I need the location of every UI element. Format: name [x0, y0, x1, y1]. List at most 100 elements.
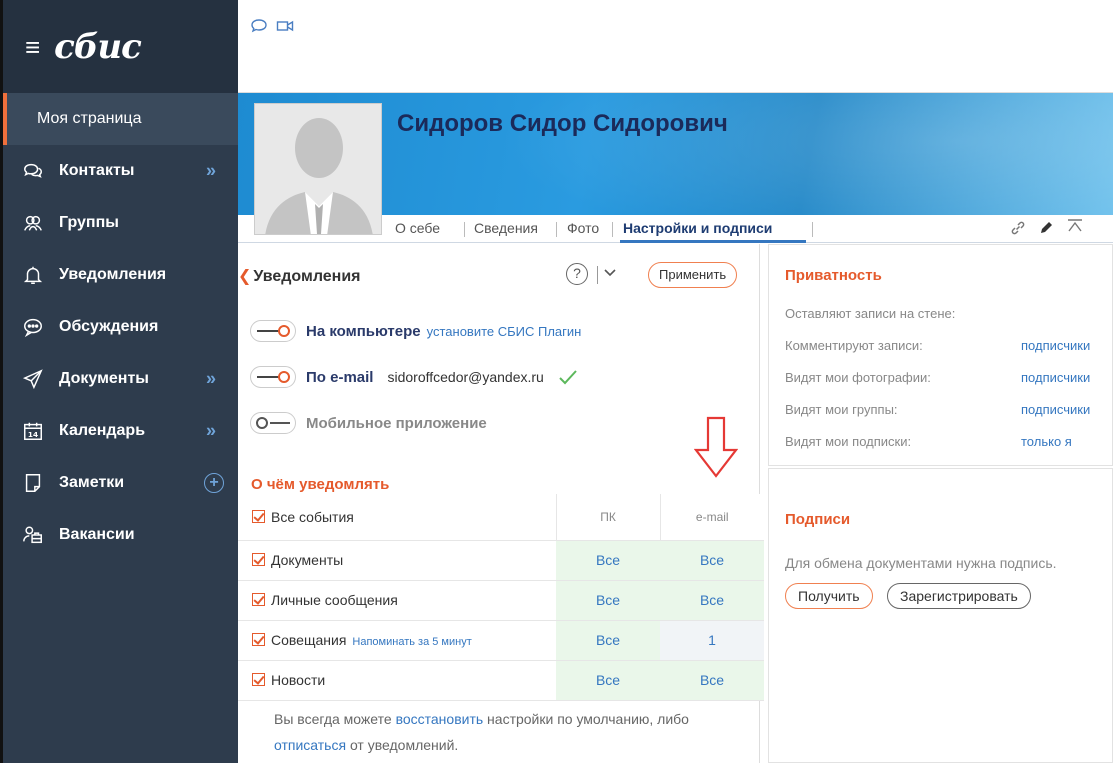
video-call-icon[interactable]: [276, 18, 294, 37]
tab-settings[interactable]: Настройки и подписи: [623, 220, 772, 236]
register-button[interactable]: Зарегистрировать: [887, 583, 1031, 609]
email-value[interactable]: Все: [660, 580, 764, 621]
notifications-table: Все события ПК e-mail Документы Все Все …: [238, 494, 764, 701]
group-icon: [21, 211, 45, 235]
table-row: Совещания Напоминать за 5 минут Все 1: [238, 620, 764, 661]
add-note-icon[interactable]: +: [204, 473, 224, 493]
sidebar-item-label: Группы: [59, 214, 119, 231]
chat-bubbles-icon: [21, 159, 45, 183]
sidebar-item-contacts[interactable]: Контакты »: [3, 145, 238, 197]
sidebar-item-label: Обсуждения: [59, 318, 159, 335]
column-pc: ПК: [555, 494, 660, 541]
right-column: Приватность Оставляют записи на стене: К…: [768, 244, 1113, 763]
help-icon[interactable]: ?: [566, 263, 588, 285]
restore-link[interactable]: восстановить: [396, 711, 484, 727]
footer-note: Вы всегда можете восстановить настройки …: [274, 711, 689, 753]
tab-about[interactable]: О себе: [395, 220, 440, 236]
pc-value[interactable]: Все: [556, 620, 660, 661]
send-icon: [21, 367, 45, 391]
checkbox[interactable]: [252, 633, 265, 646]
email-value[interactable]: Все: [660, 540, 764, 581]
table-header-row: Все события ПК e-mail: [238, 494, 764, 541]
privacy-panel: Приватность Оставляют записи на стене: К…: [768, 244, 1113, 466]
channel-email: По e-mail sidoroffcedor@yandex.ru: [250, 362, 578, 392]
top-bar: [238, 0, 1113, 93]
reminder-link[interactable]: Напоминать за 5 минут: [352, 636, 471, 648]
tab-photo[interactable]: Фото: [567, 220, 599, 236]
sidebar-item-label: Вакансии: [59, 526, 135, 543]
table-row: Личные сообщения Все Все: [238, 580, 764, 621]
back-arrow-icon[interactable]: ❮: [238, 268, 251, 285]
expand-icon[interactable]: »: [206, 369, 216, 390]
channel-mobile: Мобильное приложение: [250, 408, 493, 438]
privacy-row: Оставляют записи на стене:: [785, 306, 956, 321]
discussion-icon: [21, 315, 45, 339]
privacy-title: Приватность: [785, 267, 882, 284]
verified-check-icon: [559, 370, 577, 385]
collapse-icon[interactable]: [1066, 218, 1084, 239]
sidebar-item-discussions[interactable]: Обсуждения: [3, 301, 238, 353]
sidebar-item-groups[interactable]: Группы: [3, 197, 238, 249]
email-value[interactable]: 1: [660, 620, 764, 661]
link-icon[interactable]: [1010, 220, 1026, 239]
calendar-icon: 14: [21, 419, 45, 443]
mobile-toggle[interactable]: [250, 412, 296, 434]
what-to-notify-title: О чём уведомлять: [251, 476, 390, 493]
pc-value[interactable]: Все: [556, 660, 660, 701]
sidebar-item-documents[interactable]: Документы »: [3, 353, 238, 405]
avatar[interactable]: [254, 103, 382, 235]
checkbox[interactable]: [252, 593, 265, 606]
apply-button[interactable]: Применить: [648, 262, 738, 288]
sidebar-item-label: Документы: [59, 370, 149, 387]
sidebar-item-label: Уведомления: [59, 266, 167, 283]
bell-icon: [21, 263, 45, 287]
pc-value[interactable]: Все: [556, 540, 660, 581]
sidebar-item-calendar[interactable]: 14 Календарь »: [3, 405, 238, 457]
email-address[interactable]: sidoroffcedor@yandex.ru: [387, 369, 543, 385]
vacancies-icon: [21, 523, 45, 547]
install-plugin-link[interactable]: установите СБИС Плагин: [427, 324, 582, 339]
column-email: e-mail: [659, 494, 764, 541]
desktop-toggle[interactable]: [250, 320, 296, 342]
signatures-note: Для обмена документами нужна подпись.: [785, 555, 1057, 571]
notifications-panel: ❮ Уведомления ? Применить На компьютере у…: [238, 244, 764, 763]
signatures-panel: Подписи Для обмена документами нужна под…: [768, 468, 1113, 763]
sidebar-item-label: Моя страница: [37, 110, 142, 127]
sidebar-item-notifications[interactable]: Уведомления: [3, 249, 238, 301]
logo[interactable]: сбис: [54, 27, 142, 67]
checkbox[interactable]: [252, 553, 265, 566]
note-icon: [21, 471, 45, 495]
chat-icon[interactable]: [250, 18, 268, 37]
channel-label: Мобильное приложение: [306, 414, 487, 432]
checkbox[interactable]: [252, 509, 265, 523]
email-value[interactable]: Все: [660, 660, 764, 701]
down-arrow-annotation: [694, 416, 738, 478]
privacy-row: Комментируют записи: подписчики: [785, 338, 1091, 353]
email-toggle[interactable]: [250, 366, 296, 388]
profile-name: Сидоров Сидор Сидорович: [397, 110, 728, 137]
expand-icon[interactable]: »: [206, 161, 216, 182]
expand-icon[interactable]: »: [206, 421, 216, 442]
privacy-row: Видят мои группы: подписчики: [785, 402, 1091, 417]
calendar-day: 14: [28, 430, 38, 439]
sidebar: ≡ сбис Моя страница Контакты » Группы Ув…: [0, 0, 238, 763]
tab-info[interactable]: Сведения: [474, 220, 538, 236]
sidebar-item-notes[interactable]: Заметки +: [3, 457, 238, 509]
sidebar-item-label: Контакты: [59, 162, 135, 179]
sidebar-item-vacancies[interactable]: Вакансии: [3, 509, 238, 561]
channel-label: На компьютере: [306, 322, 421, 340]
pc-value[interactable]: Все: [556, 580, 660, 621]
notifications-title[interactable]: ❮ Уведомления: [238, 266, 361, 286]
edit-icon[interactable]: [1038, 220, 1054, 239]
get-signature-button[interactable]: Получить: [785, 583, 873, 609]
table-row: Новости Все Все: [238, 660, 764, 701]
sidebar-header: ≡ сбис: [3, 0, 238, 93]
all-events-label: Все события: [271, 508, 354, 525]
sidebar-item-my-page[interactable]: Моя страница: [3, 93, 238, 145]
signatures-title: Подписи: [785, 511, 851, 528]
privacy-row: Видят мои подписки: только я: [785, 434, 1072, 449]
unsubscribe-link[interactable]: отписаться: [274, 737, 346, 753]
chevron-down-icon[interactable]: [603, 262, 617, 285]
menu-icon[interactable]: ≡: [25, 34, 40, 60]
checkbox[interactable]: [252, 673, 265, 686]
